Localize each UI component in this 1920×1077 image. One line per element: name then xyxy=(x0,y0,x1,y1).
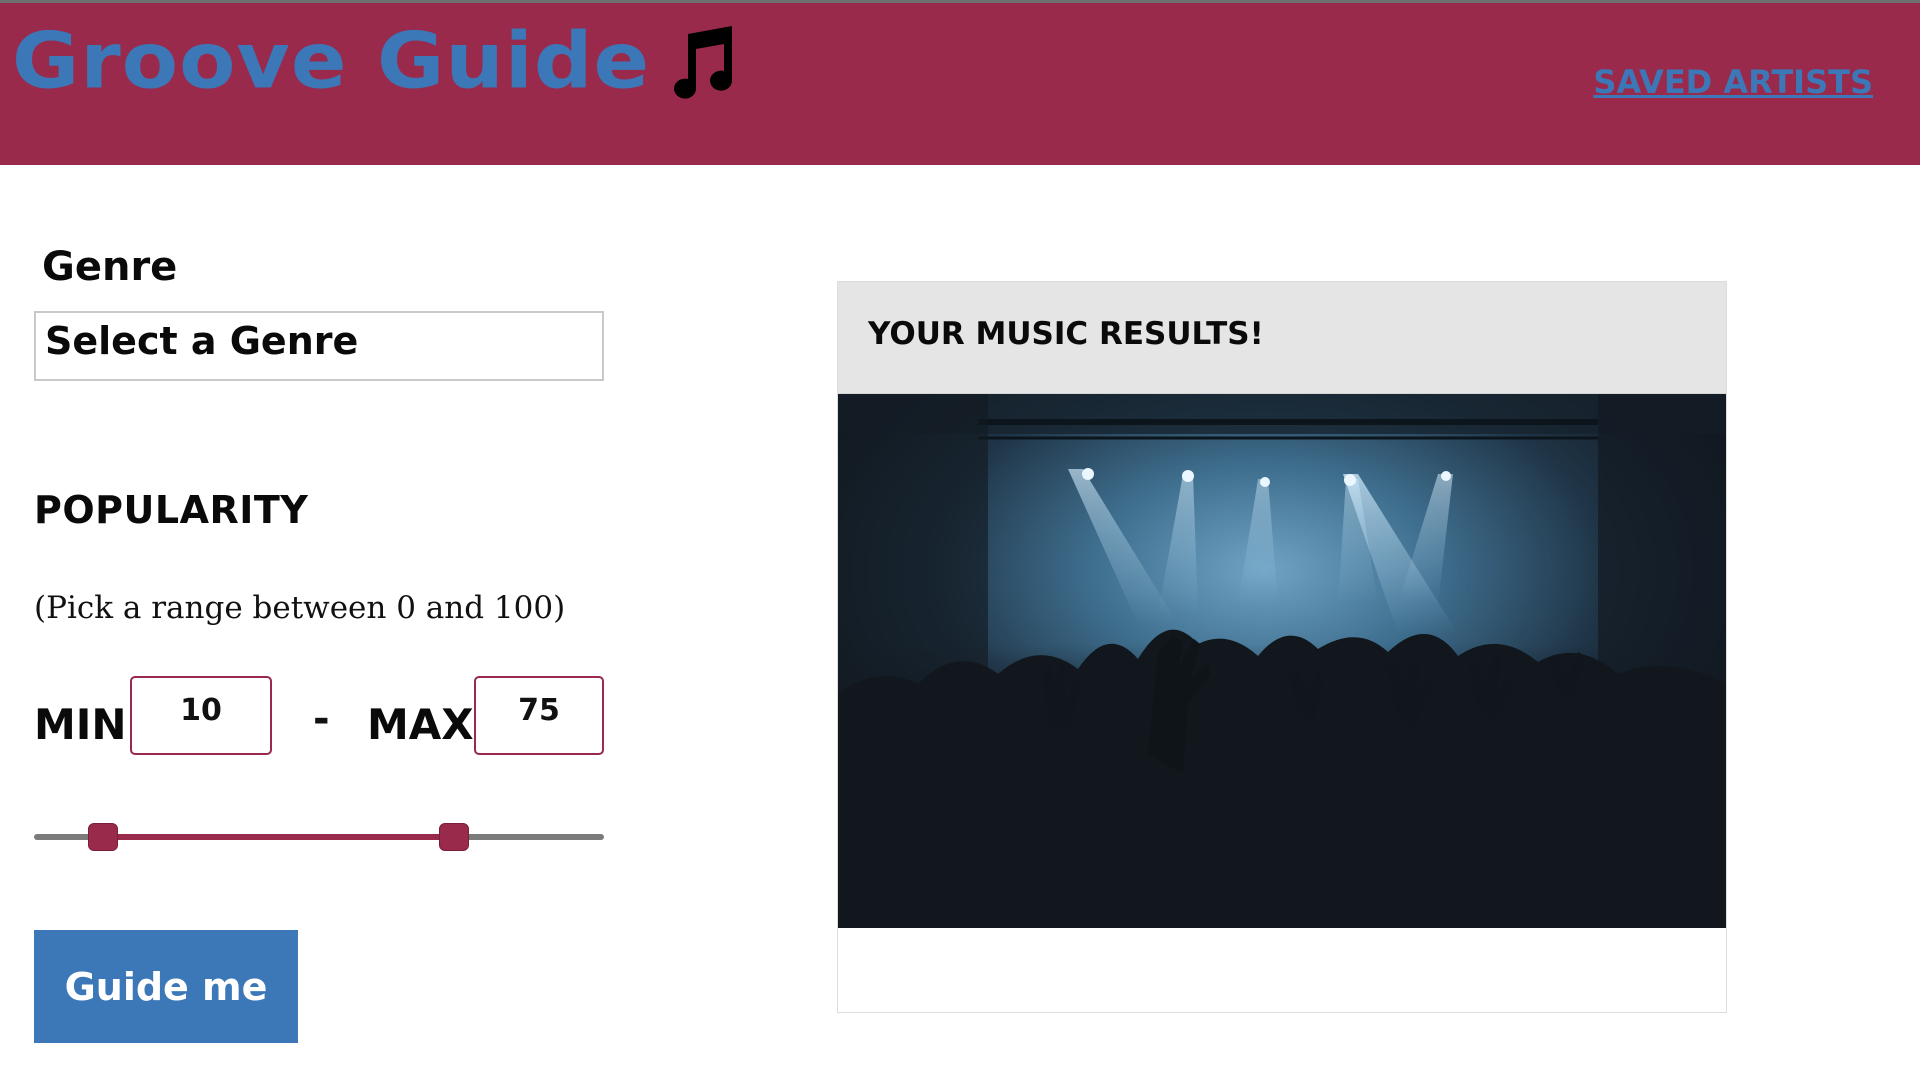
max-label: MAX xyxy=(367,700,474,749)
site-title[interactable]: Groove Guide xyxy=(12,23,650,101)
concert-crowd-image xyxy=(838,394,1726,928)
min-input[interactable]: 10 xyxy=(130,676,272,755)
popularity-range-inputs: MIN 10 - MAX 75 xyxy=(34,676,604,756)
music-note-icon xyxy=(674,26,733,99)
slider-selected-range xyxy=(103,834,454,840)
results-card: Your Music Results! xyxy=(837,281,1727,1013)
max-input[interactable]: 75 xyxy=(474,676,604,755)
genre-label: Genre xyxy=(42,244,178,290)
slider-max-handle[interactable] xyxy=(439,823,469,851)
results-title: Your Music Results! xyxy=(868,316,1264,352)
popularity-hint: (Pick a range between 0 and 100) xyxy=(34,590,566,626)
site-header: Groove Guide SAVED ARTISTS xyxy=(0,3,1920,165)
guide-me-button[interactable]: Guide me xyxy=(34,930,298,1043)
brand[interactable]: Groove Guide xyxy=(12,21,738,103)
genre-select[interactable]: Select a Genre xyxy=(34,311,604,381)
slider-min-handle[interactable] xyxy=(88,823,118,851)
popularity-range-slider[interactable] xyxy=(34,821,604,853)
popularity-label: POPULARITY xyxy=(34,488,309,532)
results-card-header: Your Music Results! xyxy=(838,282,1726,394)
range-separator: - xyxy=(313,696,330,742)
min-label: MIN xyxy=(34,700,127,749)
saved-artists-link[interactable]: SAVED ARTISTS xyxy=(1593,63,1873,101)
